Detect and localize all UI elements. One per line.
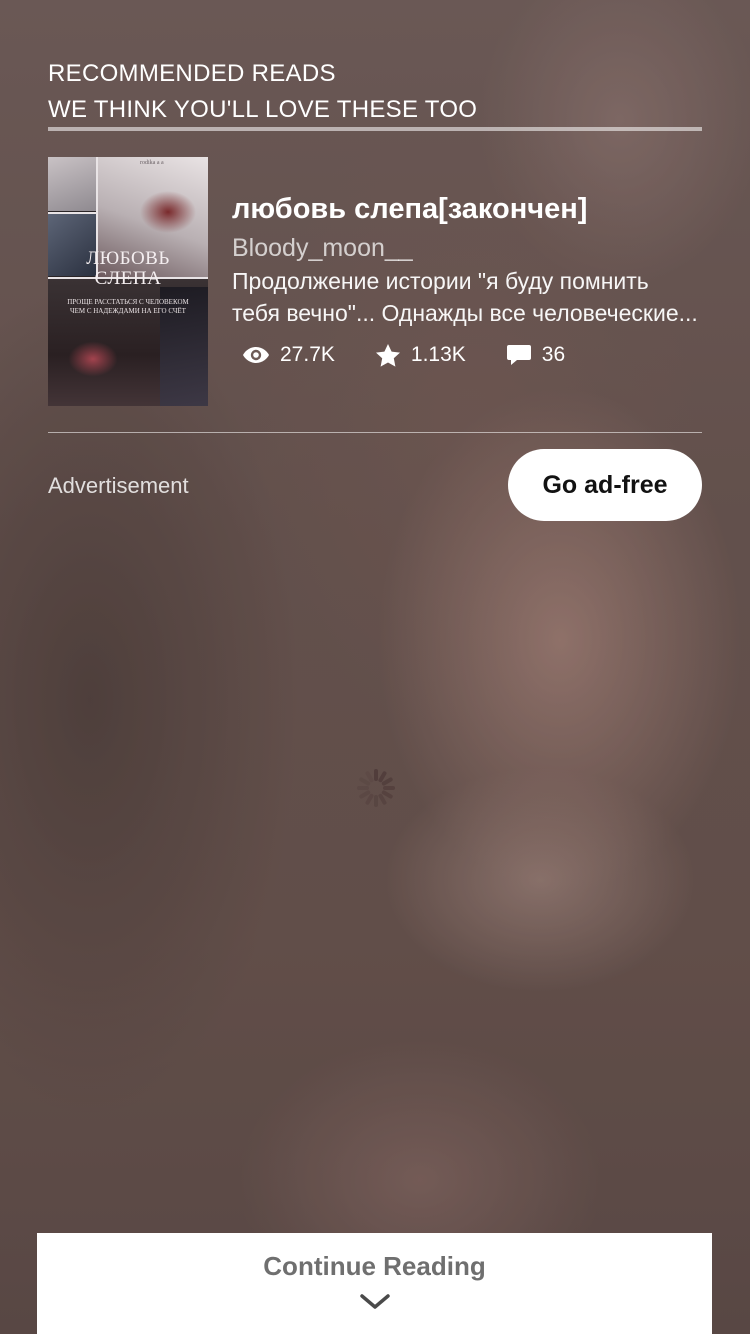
story-title[interactable]: любовь слепа[закончен] [232,191,587,227]
story-cover-image[interactable]: rodika a a ЛЮБОВЬ СЛЕПА ПРОЩЕ РАССТАТЬСЯ… [48,157,208,406]
continue-reading-label: Continue Reading [263,1251,486,1281]
votes-count: 1.13K [410,343,466,366]
continue-reading-button[interactable]: Continue Reading [37,1233,712,1334]
comments-count: 36 [541,343,566,366]
cover-title-line2: СЛЕПА [94,268,162,289]
recommended-heading: RECOMMENDED READS WE THINK YOU'LL LOVE T… [48,56,702,128]
cover-subtitle-text: ПРОЩЕ РАССТАТЬСЯ С ЧЕЛОВЕКОМ ЧЕМ С НАДЕЖ… [56,298,200,316]
cover-grid-line [48,212,96,214]
votes-stat: 1.13K [375,341,466,369]
chevron-down-icon [360,1294,390,1309]
cover-author-text: rodika a a [140,160,164,166]
heading-divider [48,127,702,131]
cover-panel [48,157,96,211]
comments-stat: 36 [506,341,565,369]
recommended-heading-line2: WE THINK YOU'LL LOVE THESE TOO [48,96,478,123]
cover-subtitle-line2: ЧЕМ С НАДЕЖДАМИ НА ЕГО СЧЁТ [70,307,186,315]
ad-divider [48,432,702,433]
reads-count: 27.7K [280,343,335,366]
story-stats: 27.7K 1.13K 36 [242,341,605,369]
cover-subtitle-line1: ПРОЩЕ РАССТАТЬСЯ С ЧЕЛОВЕКОМ [67,298,189,306]
recommended-heading-line1: RECOMMENDED READS [48,60,336,87]
story-description: Продолжение истории "я буду помнить тебя… [232,268,698,326]
eye-icon [243,347,269,363]
cover-title-line1: ЛЮБОВЬ [86,248,170,269]
recommended-story-card[interactable]: rodika a a ЛЮБОВЬ СЛЕПА ПРОЩЕ РАССТАТЬСЯ… [48,157,702,407]
advertisement-label: Advertisement [48,473,189,498]
cover-title-text: ЛЮБОВЬ СЛЕПА [48,249,208,289]
comment-icon [506,345,531,365]
star-icon [375,343,400,367]
loading-spinner-icon [357,769,395,807]
go-ad-free-button[interactable]: Go ad-free [508,449,702,521]
story-author[interactable]: Bloody_moon__ [232,231,413,265]
reads-stat: 27.7K [242,341,335,369]
